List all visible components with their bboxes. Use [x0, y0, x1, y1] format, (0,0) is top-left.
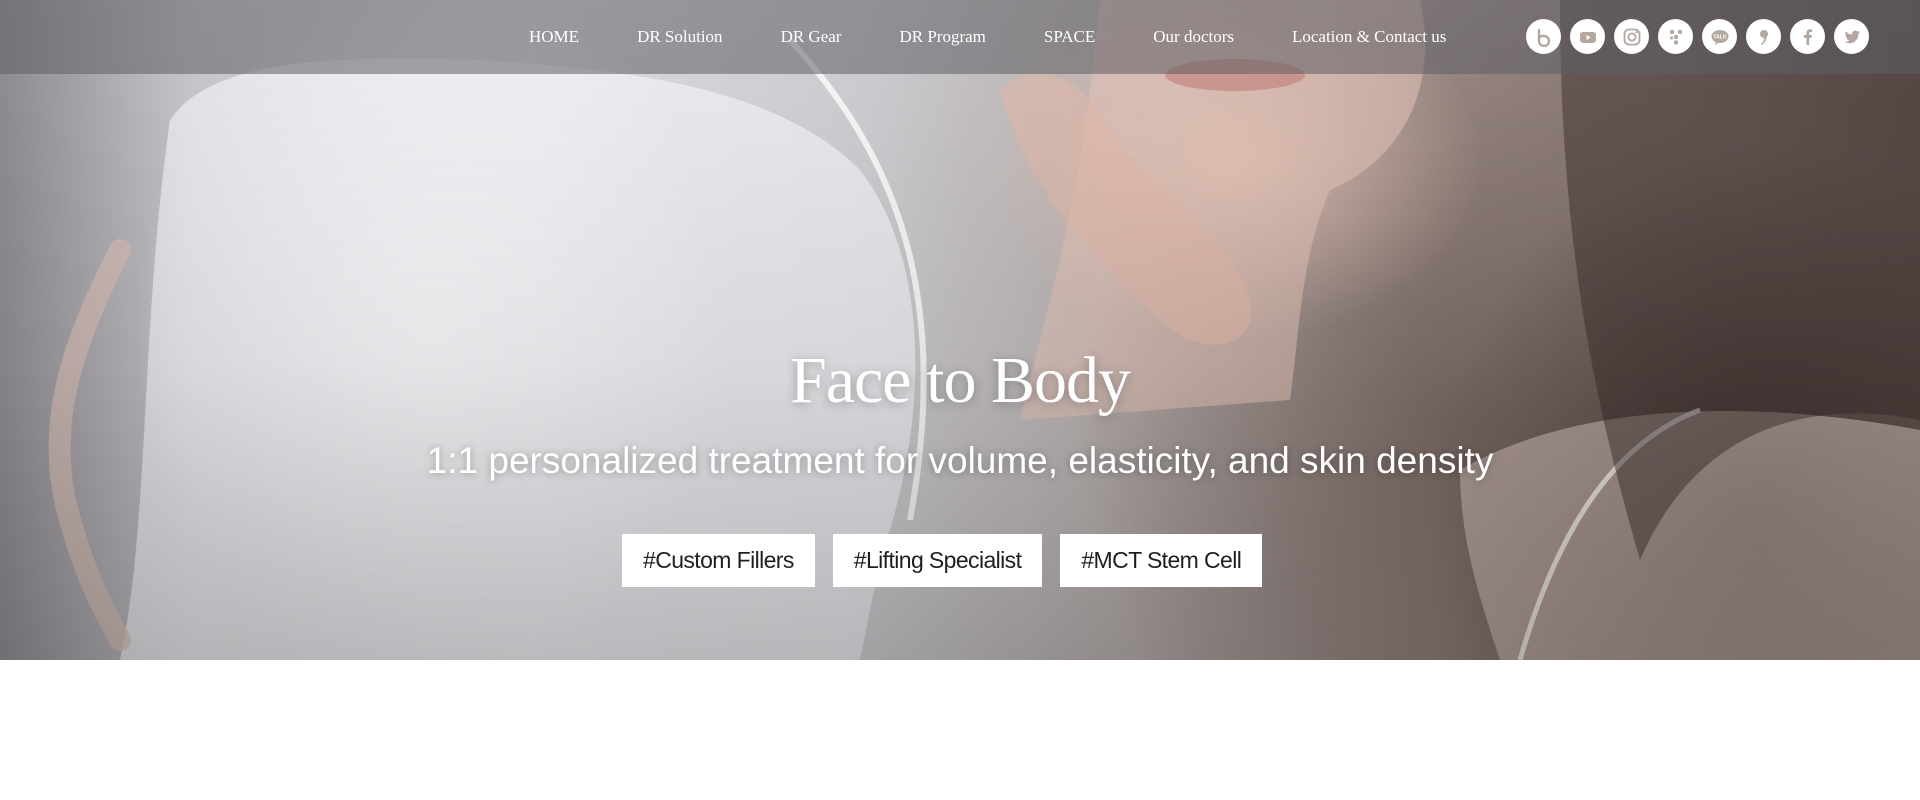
hero-title: Face to Body [790, 344, 1131, 417]
tag-mct-stem-cell[interactable]: #MCT Stem Cell [1060, 534, 1263, 587]
hero-subtitle: 1:1 personalized treatment for volume, e… [426, 440, 1494, 481]
twitter-icon[interactable] [1834, 19, 1869, 54]
main-nav: HOME DR Solution DR Gear DR Program SPAC… [529, 0, 1446, 74]
blog-icon[interactable] [1526, 19, 1561, 54]
instagram-icon[interactable] [1614, 19, 1649, 54]
tag-custom-fillers[interactable]: #Custom Fillers [622, 534, 815, 587]
hero-tags: #Custom Fillers #Lifting Specialist #MCT… [622, 534, 1263, 587]
nav-item-dr-solution[interactable]: DR Solution [637, 27, 723, 47]
nav-item-our-doctors[interactable]: Our doctors [1153, 27, 1234, 47]
tag-lifting-specialist[interactable]: #Lifting Specialist [832, 534, 1043, 587]
youtube-icon[interactable] [1570, 19, 1605, 54]
talk-chat-icon[interactable]: TALK [1702, 19, 1737, 54]
comma-brand-icon[interactable] [1746, 19, 1781, 54]
nav-item-dr-gear[interactable]: DR Gear [781, 27, 842, 47]
content-area [0, 660, 1920, 800]
top-navigation-bar: HOME DR Solution DR Gear DR Program SPAC… [0, 0, 1920, 74]
talk-chat-icon-label: TALK [1713, 34, 1727, 40]
nav-item-space[interactable]: SPACE [1044, 27, 1095, 47]
facebook-icon[interactable] [1790, 19, 1825, 54]
social-links: TALK [1526, 19, 1869, 54]
nav-item-home[interactable]: HOME [529, 27, 579, 47]
dots-grid-icon[interactable] [1658, 19, 1693, 54]
nav-item-location-contact[interactable]: Location & Contact us [1292, 27, 1446, 47]
nav-item-dr-program[interactable]: DR Program [899, 27, 985, 47]
